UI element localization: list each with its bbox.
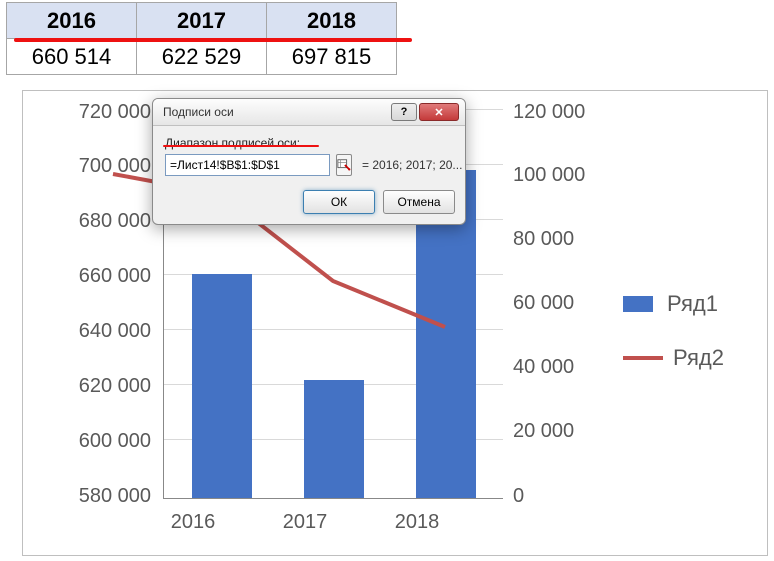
range-field-label: Диапазон подписей оси:: [165, 136, 453, 150]
y-left-tick: 640 000: [41, 320, 151, 343]
y-left-tick: 620 000: [41, 375, 151, 398]
axis-labels-dialog[interactable]: Подписи оси ? ✕ Диапазон подписей оси: =…: [152, 98, 466, 225]
header-cell[interactable]: 2018: [267, 3, 397, 39]
data-cell[interactable]: 660 514: [7, 39, 137, 75]
y-left-tick: 700 000: [41, 155, 151, 178]
header-cell[interactable]: 2016: [7, 3, 137, 39]
y-left-tick: 720 000: [41, 101, 151, 124]
annotation-underline: [163, 145, 319, 147]
y-right-tick: 100 000: [513, 164, 603, 187]
range-selector-icon: [337, 158, 351, 172]
y-right-tick: 80 000: [513, 228, 603, 251]
range-preview: = 2016; 2017; 20...: [362, 158, 462, 172]
legend-label: Ряд1: [667, 291, 718, 317]
legend-swatch-line: [623, 356, 663, 360]
axis-range-input[interactable]: [165, 154, 330, 176]
dialog-titlebar[interactable]: Подписи оси ? ✕: [153, 99, 465, 126]
close-button[interactable]: ✕: [419, 103, 459, 121]
legend-label: Ряд2: [673, 345, 724, 371]
legend-swatch-bar: [623, 296, 653, 312]
legend-item-series1[interactable]: Ряд1: [623, 291, 724, 317]
y-right-tick: 60 000: [513, 292, 603, 315]
y-right-tick: 20 000: [513, 420, 603, 443]
y-right-tick: 40 000: [513, 356, 603, 379]
y-left-tick: 680 000: [41, 210, 151, 233]
data-cell[interactable]: 697 815: [267, 39, 397, 75]
y-right-tick: 120 000: [513, 101, 603, 124]
header-cell[interactable]: 2017: [137, 3, 267, 39]
data-cell[interactable]: 622 529: [137, 39, 267, 75]
y-left-tick: 600 000: [41, 430, 151, 453]
range-picker-button[interactable]: [336, 154, 352, 176]
y-left-tick: 580 000: [41, 485, 151, 508]
x-tick: 2016: [153, 511, 233, 534]
x-tick: 2017: [265, 511, 345, 534]
dialog-title: Подписи оси: [163, 105, 391, 119]
y-left-tick: 660 000: [41, 265, 151, 288]
annotation-underline: [14, 38, 412, 42]
y-right-tick: 0: [513, 485, 603, 508]
help-button[interactable]: ?: [391, 103, 417, 121]
legend: Ряд1 Ряд2: [623, 291, 724, 399]
ok-button[interactable]: ОК: [303, 190, 375, 214]
legend-item-series2[interactable]: Ряд2: [623, 345, 724, 371]
cancel-button[interactable]: Отмена: [383, 190, 455, 214]
x-tick: 2018: [377, 511, 457, 534]
